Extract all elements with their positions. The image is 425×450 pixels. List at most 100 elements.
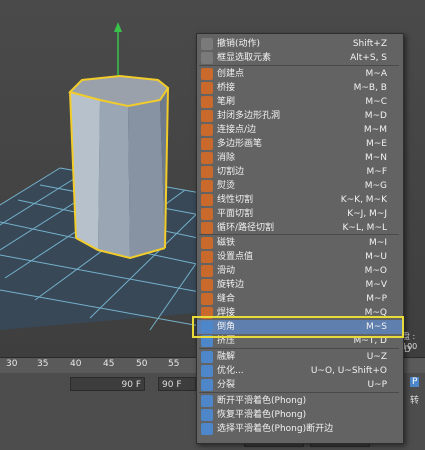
menu-item-label: 桥接	[217, 83, 236, 93]
menu-item-label: 线性切割	[217, 195, 254, 205]
menu-item-label: 撤销(动作)	[217, 39, 261, 49]
menu-item-label: 框显选取元素	[217, 53, 272, 63]
menu-item-dissolve[interactable]: 消除 M~N	[197, 151, 403, 165]
menu-item-label: 恢复平滑着色(Phong)	[217, 410, 307, 420]
timeline-tick: 30	[6, 359, 18, 369]
menu-item-label: 循环/路径切割	[217, 223, 275, 233]
menu-item-shortcut: M~U	[365, 252, 387, 262]
close-hole-icon	[201, 110, 213, 122]
menu-item-label: 切割边	[217, 167, 245, 177]
menu-item-shortcut: U~O, U~Shift+O	[310, 366, 387, 376]
menu-item-close-hole[interactable]: 封闭多边形孔洞 M~D	[197, 109, 403, 123]
menu-item-magnet[interactable]: 磁铁 M~I	[197, 236, 403, 250]
menu-separator	[199, 348, 399, 349]
menu-item-shortcut: K~J, M~J	[347, 209, 387, 219]
menu-item-label: 融解	[217, 352, 236, 362]
menu-item-label: 设置点值	[217, 252, 254, 262]
menu-item-brush[interactable]: 笔刷 M~C	[197, 95, 403, 109]
menu-item-phong-break[interactable]: 断开平滑着色(Phong)	[197, 394, 403, 408]
menu-item-shortcut: M~P	[366, 294, 387, 304]
menu-item-phong-select[interactable]: 选择平滑着色(Phong)断开边	[197, 422, 403, 436]
menu-item-shortcut: M~A	[365, 69, 387, 79]
connect-icon	[201, 124, 213, 136]
line-cut-icon	[201, 194, 213, 206]
menu-item-label: 平面切割	[217, 209, 254, 219]
menu-item-label: 连接点/边	[217, 125, 257, 135]
side-label-right: 盘 : 100	[402, 332, 418, 351]
side-label-p: P	[410, 377, 420, 387]
set-point-icon	[201, 251, 213, 263]
menu-item-shortcut: M~N	[364, 153, 387, 163]
menu-item-shortcut: K~K, M~K	[340, 195, 387, 205]
side-label-k: 转	[410, 396, 420, 406]
phong-restore-icon	[201, 409, 213, 421]
menu-item-shortcut: M~C	[365, 97, 387, 107]
menu-item-label: 分裂	[217, 380, 236, 390]
menu-item-shortcut: M~M	[363, 125, 387, 135]
create-point-icon	[201, 68, 213, 80]
menu-item-label: 多边形画笔	[217, 139, 263, 149]
loop-cut-icon	[201, 222, 213, 234]
menu-item-label: 优化...	[217, 366, 244, 376]
context-menu: 撤销(动作) Shift+Z 框显选取元素 Alt+S, S 创建点 M~A 桥接 M~B, …	[196, 33, 404, 444]
menu-item-polygon-pen[interactable]: 多边形画笔 M~E	[197, 137, 403, 151]
menu-separator	[199, 392, 399, 393]
menu-item-label: 熨烫	[217, 181, 236, 191]
menu-item-iron[interactable]: 熨烫 M~G	[197, 179, 403, 193]
brush-icon	[201, 96, 213, 108]
menu-item-split[interactable]: 分裂 U~P	[197, 378, 403, 392]
menu-item-set-point[interactable]: 设置点值 M~U	[197, 250, 403, 264]
menu-item-undo[interactable]: 撤销(动作) Shift+Z	[197, 37, 403, 51]
current-frame-field[interactable]: 90 F	[158, 377, 196, 391]
menu-item-label: 封闭多边形孔洞	[217, 111, 281, 121]
menu-item-spin-edge[interactable]: 旋转边 M~V	[197, 278, 403, 292]
menu-item-label: 缝合	[217, 294, 236, 304]
menu-item-label: 磁铁	[217, 238, 236, 248]
undo-icon	[201, 38, 213, 50]
slide-icon	[201, 265, 213, 277]
menu-item-label: 旋转边	[217, 280, 245, 290]
timeline-tick: 45	[103, 359, 115, 369]
menu-item-optimize[interactable]: 优化... U~O, U~Shift+O	[197, 364, 403, 378]
split-icon	[201, 379, 213, 391]
menu-item-shortcut: M~O	[364, 266, 387, 276]
menu-item-label: 消除	[217, 153, 236, 163]
menu-item-shortcut: Shift+Z	[352, 39, 387, 49]
menu-item-frame-selection[interactable]: 框显选取元素 Alt+S, S	[197, 51, 403, 65]
menu-item-edge-cut[interactable]: 切割边 M~F	[197, 165, 403, 179]
stitch-icon	[201, 293, 213, 305]
menu-item-slide[interactable]: 滑动 M~O	[197, 264, 403, 278]
menu-item-label: 创建点	[217, 69, 245, 79]
menu-item-label: 选择平滑着色(Phong)断开边	[217, 424, 334, 434]
menu-item-label: 笔刷	[217, 97, 236, 107]
end-frame-field[interactable]: 90 F	[70, 377, 145, 391]
menu-item-line-cut[interactable]: 线性切割 K~K, M~K	[197, 193, 403, 207]
melt-icon	[201, 351, 213, 363]
timeline-tick: 35	[37, 359, 49, 369]
menu-item-plane-cut[interactable]: 平面切割 K~J, M~J	[197, 207, 403, 221]
menu-item-stitch[interactable]: 缝合 M~P	[197, 292, 403, 306]
plane-cut-icon	[201, 208, 213, 220]
timeline-tick: 50	[136, 359, 148, 369]
menu-item-shortcut: U~P	[367, 380, 387, 390]
timeline-tick: 55	[168, 359, 180, 369]
menu-item-connect[interactable]: 连接点/边 M~M	[197, 123, 403, 137]
menu-item-bridge[interactable]: 桥接 M~B, B	[197, 81, 403, 95]
frame-selection-icon	[201, 52, 213, 64]
menu-item-create-point[interactable]: 创建点 M~A	[197, 67, 403, 81]
menu-item-shortcut: K~L, M~L	[342, 223, 388, 233]
menu-item-shortcut: U~Z	[366, 352, 387, 362]
menu-item-loop-cut[interactable]: 循环/路径切割 K~L, M~L	[197, 221, 403, 235]
octagon-prism[interactable]	[68, 74, 170, 260]
menu-separator	[199, 65, 399, 66]
menu-item-melt[interactable]: 融解 U~Z	[197, 350, 403, 364]
menu-item-shortcut: M~D	[364, 111, 387, 121]
highlight-annotation-box	[192, 316, 404, 338]
menu-item-shortcut: M~F	[366, 167, 387, 177]
menu-item-phong-restore[interactable]: 恢复平滑着色(Phong)	[197, 408, 403, 422]
menu-item-label: 断开平滑着色(Phong)	[217, 396, 307, 406]
optimize-icon	[201, 365, 213, 377]
iron-icon	[201, 180, 213, 192]
polygon-pen-icon	[201, 138, 213, 150]
phong-select-icon	[201, 423, 213, 435]
